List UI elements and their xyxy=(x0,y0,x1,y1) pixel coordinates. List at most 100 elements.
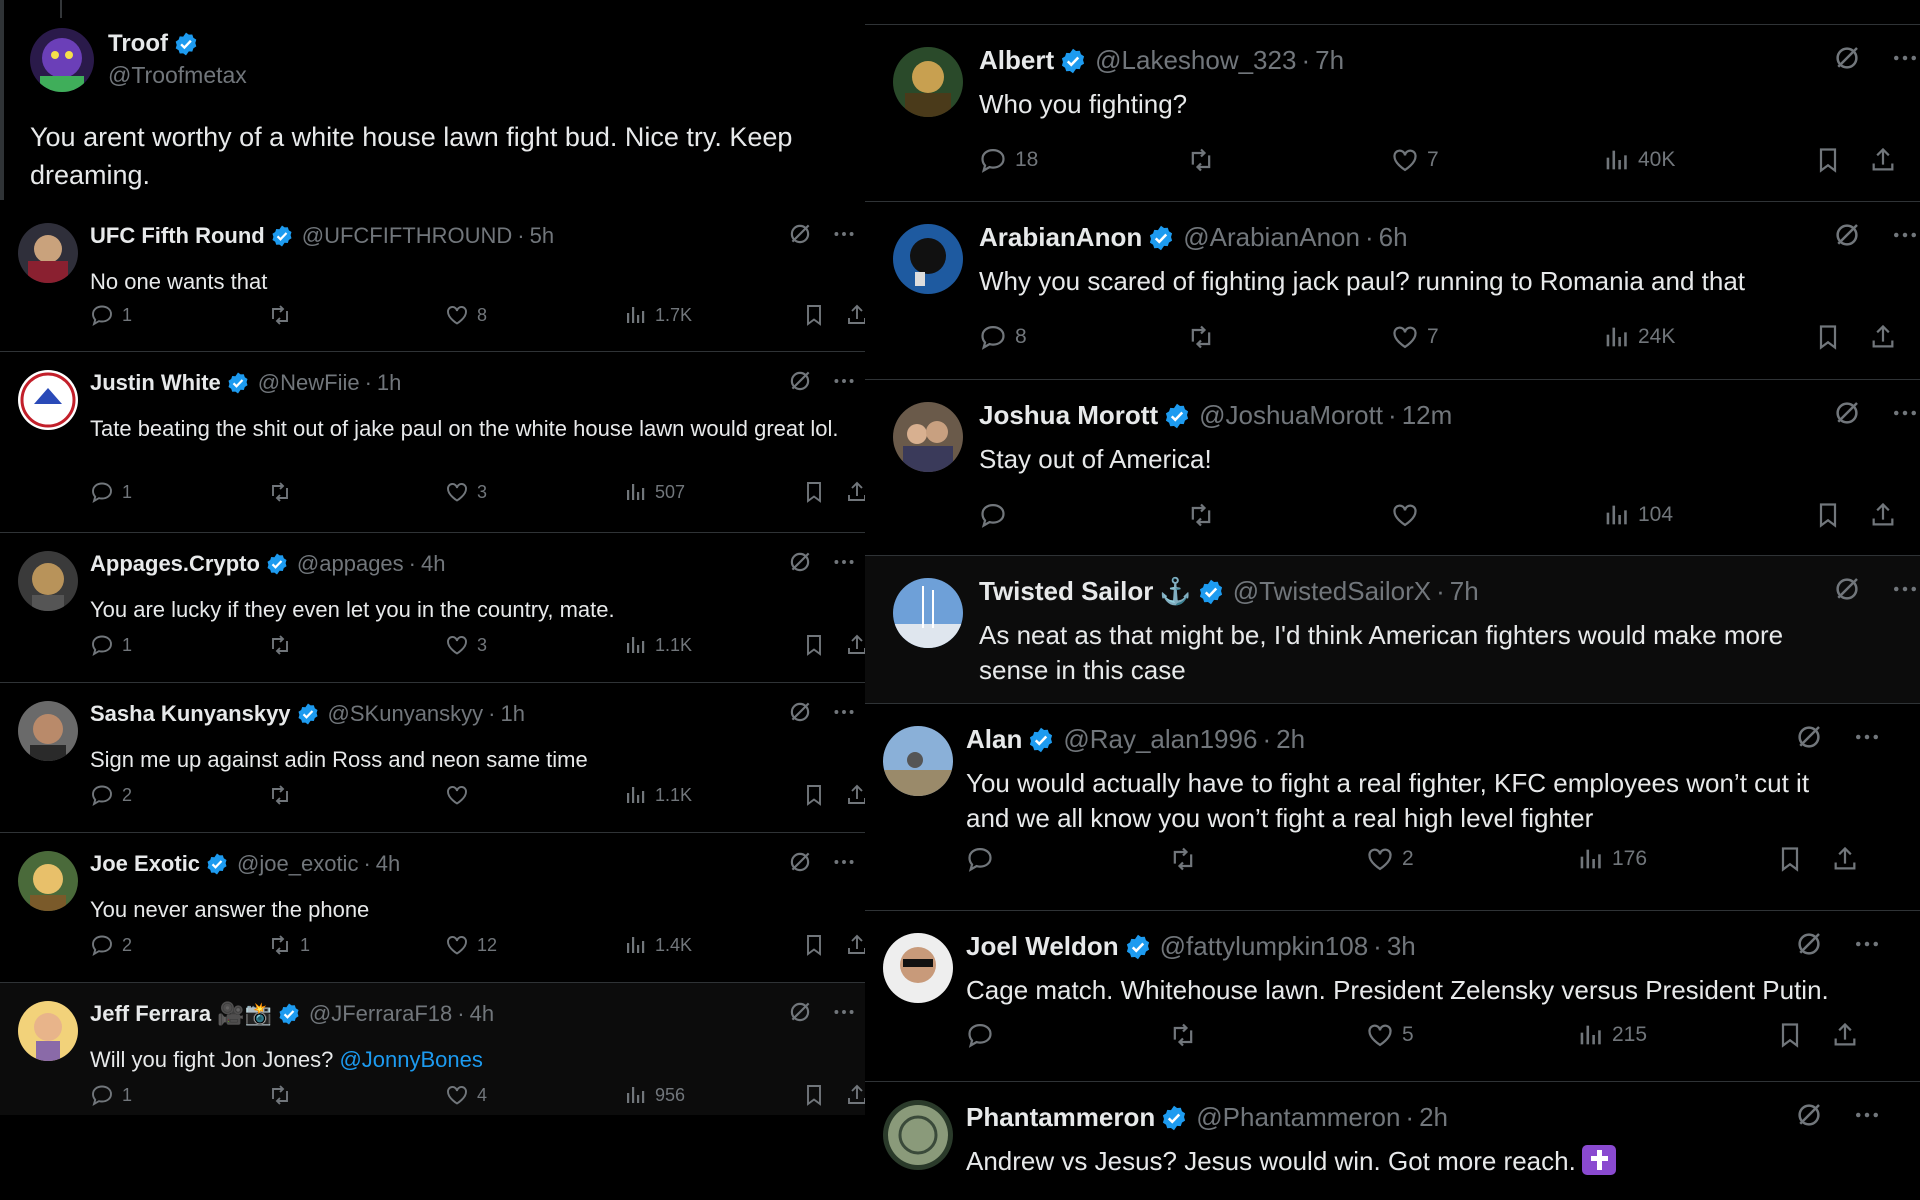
grok-icon[interactable] xyxy=(787,221,813,252)
author-name[interactable]: Joe Exotic xyxy=(90,851,200,877)
like-button[interactable]: 12 xyxy=(445,933,497,957)
author-name[interactable]: UFC Fifth Round xyxy=(90,223,265,249)
like-button[interactable]: 7 xyxy=(1391,146,1439,174)
post-time[interactable]: 2h xyxy=(1276,724,1305,755)
avatar[interactable] xyxy=(893,47,963,117)
share-button[interactable] xyxy=(845,933,865,957)
like-button[interactable]: 3 xyxy=(445,480,487,504)
bookmark-button[interactable] xyxy=(802,480,826,504)
share-button[interactable] xyxy=(1831,845,1859,873)
post-time[interactable]: 12m xyxy=(1402,400,1453,431)
repost-button[interactable] xyxy=(268,303,300,327)
author-name[interactable]: Appages.Crypto xyxy=(90,551,260,577)
repost-button[interactable] xyxy=(1187,323,1223,351)
share-button[interactable] xyxy=(845,1083,865,1107)
author-name[interactable]: Jeff Ferrara xyxy=(90,1001,211,1027)
like-button[interactable]: 5 xyxy=(1366,1021,1414,1049)
author-handle[interactable]: @UFCFIFTHROUND xyxy=(302,223,513,249)
avatar[interactable] xyxy=(883,726,953,796)
author-name[interactable]: Justin White xyxy=(90,370,221,396)
avatar[interactable] xyxy=(18,551,78,611)
reply-button[interactable]: 18 xyxy=(979,146,1038,174)
bookmark-button[interactable] xyxy=(1776,845,1804,873)
more-icon[interactable] xyxy=(1852,722,1882,757)
more-icon[interactable] xyxy=(1852,1100,1882,1135)
grok-icon[interactable] xyxy=(1832,220,1862,255)
author-handle[interactable]: @NewFiie xyxy=(258,370,360,396)
avatar[interactable] xyxy=(893,578,963,648)
more-icon[interactable] xyxy=(831,999,857,1030)
share-button[interactable] xyxy=(1869,501,1897,529)
repost-button[interactable] xyxy=(268,1083,300,1107)
avatar[interactable] xyxy=(30,28,94,92)
reply-button[interactable] xyxy=(979,501,1015,529)
more-icon[interactable] xyxy=(831,699,857,730)
like-button[interactable] xyxy=(1391,501,1427,529)
more-icon[interactable] xyxy=(831,368,857,399)
repost-button[interactable] xyxy=(268,633,300,657)
bookmark-button[interactable] xyxy=(802,933,826,957)
reply-post[interactable]: Joshua Morott @JoshuaMorott · 12m Stay out o… xyxy=(865,380,1920,556)
grok-icon[interactable] xyxy=(1832,398,1862,433)
bookmark-button[interactable] xyxy=(1814,323,1842,351)
avatar[interactable] xyxy=(18,223,78,283)
author-handle[interactable]: @joe_exotic xyxy=(237,851,358,877)
author-handle[interactable]: @fattylumpkin108 xyxy=(1160,931,1369,962)
author-handle[interactable]: @JFerraraF18 xyxy=(309,1001,452,1027)
author-name[interactable]: Sasha Kunyanskyy xyxy=(90,701,291,727)
bookmark-button[interactable] xyxy=(802,1083,826,1107)
avatar[interactable] xyxy=(893,402,963,472)
grok-icon[interactable] xyxy=(1832,43,1862,78)
views-button[interactable]: 176 xyxy=(1576,845,1647,873)
post-time[interactable]: 4h xyxy=(376,851,400,877)
author-name[interactable]: Troof xyxy=(108,30,168,58)
post-time[interactable]: 4h xyxy=(421,551,445,577)
more-icon[interactable] xyxy=(1890,220,1920,255)
reply-button[interactable] xyxy=(966,845,1002,873)
reply-post[interactable]: ArabianAnon @ArabianAnon · 6h Why you scared… xyxy=(865,202,1920,380)
author-handle[interactable]: @JoshuaMorott xyxy=(1199,400,1383,431)
post-time[interactable]: 5h xyxy=(530,223,554,249)
share-button[interactable] xyxy=(1869,146,1897,174)
share-button[interactable] xyxy=(845,303,865,327)
grok-icon[interactable] xyxy=(1794,722,1824,757)
reply-post[interactable]: UFC Fifth Round @UFCFIFTHROUND · 5h No one w… xyxy=(0,205,865,352)
views-button[interactable]: 24K xyxy=(1602,323,1675,351)
post-time[interactable]: 6h xyxy=(1379,222,1408,253)
reply-post[interactable]: Joel Weldon @fattylumpkin108 · 3h Cage match… xyxy=(865,911,1920,1082)
author-name[interactable]: Joel Weldon xyxy=(966,931,1119,962)
main-post[interactable]: Troof @Troofmetax You arent worthy of a … xyxy=(0,0,865,200)
reply-post[interactable]: Jeff Ferrara 🎥📸 @JFerraraF18 · 4h Will you fi… xyxy=(0,983,865,1115)
like-button[interactable]: 3 xyxy=(445,633,487,657)
views-button[interactable]: 1.1K xyxy=(623,783,692,807)
share-button[interactable] xyxy=(1869,323,1897,351)
repost-button[interactable] xyxy=(1169,845,1205,873)
post-time[interactable]: 1h xyxy=(501,701,525,727)
reply-post[interactable]: Sasha Kunyanskyy @SKunyanskyy · 1h Sign me u… xyxy=(0,683,865,833)
reply-button[interactable]: 1 xyxy=(90,480,132,504)
views-button[interactable]: 1.7K xyxy=(623,303,692,327)
post-time[interactable]: 7h xyxy=(1450,576,1479,607)
avatar[interactable] xyxy=(883,933,953,1003)
avatar[interactable] xyxy=(18,701,78,761)
author-handle[interactable]: @appages xyxy=(297,551,404,577)
more-icon[interactable] xyxy=(1890,398,1920,433)
author-name[interactable]: Joshua Morott xyxy=(979,400,1158,431)
reply-post[interactable]: Phantammeron @Phantammeron · 2h Andrew vs Je… xyxy=(865,1082,1920,1200)
avatar[interactable] xyxy=(18,370,78,430)
reply-post[interactable]: Justin White @NewFiie · 1h Tate beating the … xyxy=(0,352,865,533)
share-button[interactable] xyxy=(845,783,865,807)
views-button[interactable]: 215 xyxy=(1576,1021,1647,1049)
author-name[interactable]: Alan xyxy=(966,724,1022,755)
repost-button[interactable]: 1 xyxy=(268,933,310,957)
repost-button[interactable] xyxy=(268,480,300,504)
more-icon[interactable] xyxy=(831,221,857,252)
grok-icon[interactable] xyxy=(787,999,813,1030)
grok-icon[interactable] xyxy=(787,549,813,580)
reply-button[interactable]: 1 xyxy=(90,633,132,657)
bookmark-button[interactable] xyxy=(802,303,826,327)
bookmark-button[interactable] xyxy=(802,783,826,807)
author-handle[interactable]: @Troofmetax xyxy=(108,62,247,89)
post-time[interactable]: 4h xyxy=(470,1001,494,1027)
post-time[interactable]: 3h xyxy=(1387,931,1416,962)
